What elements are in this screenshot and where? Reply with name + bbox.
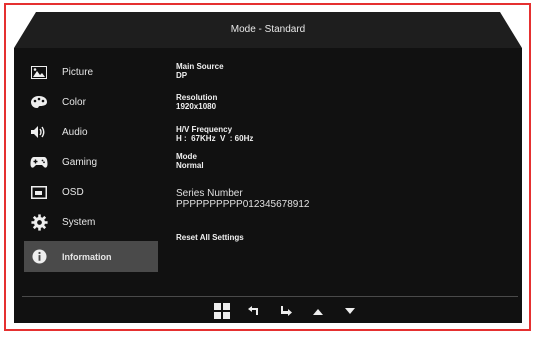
speaker-icon	[30, 123, 48, 141]
mode-label: Mode	[176, 152, 197, 161]
gamepad-icon	[30, 153, 48, 171]
footer-divider	[22, 296, 518, 297]
menu-item-picture[interactable]: Picture	[24, 57, 158, 87]
main-source-value: DP	[176, 71, 188, 80]
menu-item-system[interactable]: System	[24, 207, 158, 237]
color-palette-icon	[30, 93, 48, 111]
resolution-label: Resolution	[176, 93, 218, 102]
menu-item-information[interactable]: Information	[24, 241, 158, 272]
hv-frequency-label: H/V Frequency	[176, 125, 233, 134]
menu-item-label: Color	[62, 96, 86, 108]
osd-header: Mode - Standard	[14, 12, 522, 48]
series-number-label: Series Number	[176, 188, 243, 199]
back-arrow-icon[interactable]	[242, 301, 266, 321]
reset-all-settings-button[interactable]: Reset All Settings	[176, 233, 244, 242]
menu-item-label: OSD	[62, 186, 84, 198]
enter-arrow-icon[interactable]	[274, 301, 298, 321]
menu-item-label: Information	[62, 251, 112, 262]
menu-grid-icon[interactable]	[210, 301, 234, 321]
main-source-info: Main Source DP	[176, 62, 224, 80]
hv-frequency-value: H : 67KHz V : 60Hz	[176, 134, 254, 143]
mode-info: Mode Normal	[176, 152, 204, 170]
resolution-value: 1920x1080	[176, 102, 217, 111]
osd-icon	[30, 183, 48, 201]
up-arrow-icon[interactable]	[306, 301, 330, 321]
gear-icon	[30, 213, 48, 231]
menu-item-audio[interactable]: Audio	[24, 117, 158, 147]
sidebar-menu: Picture Color Audio Gaming OSD System In…	[24, 57, 158, 272]
osd-panel: Mode - Standard Picture Color Audio Gami…	[14, 12, 522, 323]
menu-item-color[interactable]: Color	[24, 87, 158, 117]
menu-item-label: System	[62, 216, 96, 228]
info-icon	[30, 248, 48, 266]
header-title: Mode - Standard	[230, 24, 306, 35]
footer-controls	[210, 301, 370, 321]
menu-item-osd[interactable]: OSD	[24, 177, 158, 207]
mode-value: Normal	[176, 161, 204, 170]
menu-item-label: Gaming	[62, 156, 98, 168]
series-number-value: PPPPPPPPPP012345678912	[176, 199, 310, 210]
menu-item-label: Audio	[62, 126, 88, 138]
menu-item-label: Picture	[62, 66, 94, 78]
main-source-label: Main Source	[176, 62, 224, 71]
hv-frequency-info: H/V Frequency H : 67KHz V : 60Hz	[176, 125, 253, 143]
menu-item-gaming[interactable]: Gaming	[24, 147, 158, 177]
down-arrow-icon[interactable]	[338, 301, 362, 321]
resolution-info: Resolution 1920x1080	[176, 93, 217, 111]
picture-icon	[30, 63, 48, 81]
series-number-info: Series Number PPPPPPPPPP012345678912	[176, 188, 309, 210]
